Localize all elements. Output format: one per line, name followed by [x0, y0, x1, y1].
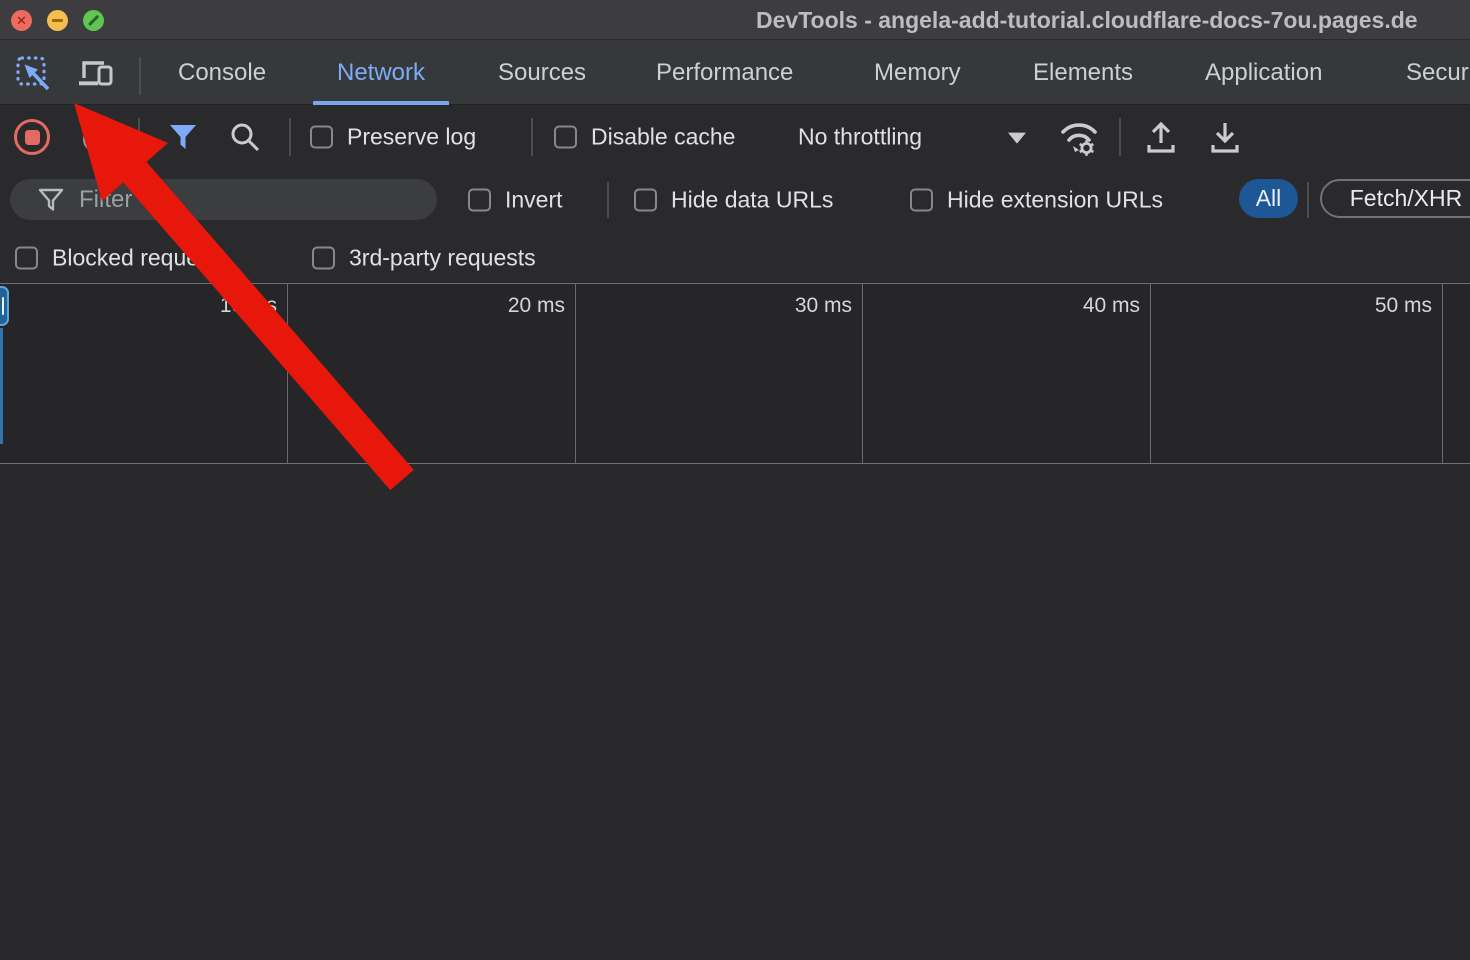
filter-funnel-icon — [168, 123, 198, 151]
filter-bar: Invert Hide data URLs Hide extension URL… — [0, 168, 1470, 232]
checkbox-box[interactable] — [910, 189, 933, 212]
record-stop-button[interactable] — [14, 119, 50, 155]
throttling-select[interactable]: No throttling — [798, 123, 922, 150]
timeline-tick: 30 ms — [795, 294, 852, 318]
toolbar-divider — [531, 118, 533, 156]
disable-cache-label: Disable cache — [591, 123, 735, 150]
timeline-gridline — [1150, 284, 1151, 463]
close-button[interactable]: ✕ — [11, 10, 32, 31]
checkbox-box[interactable] — [310, 125, 333, 148]
toolbar-divider — [1119, 118, 1121, 156]
toolbar-divider — [289, 118, 291, 156]
filter-toggle-button[interactable] — [163, 117, 203, 157]
record-stop-icon — [25, 130, 40, 145]
timeline-gridline — [1442, 284, 1443, 463]
tab-sources[interactable]: Sources — [498, 40, 586, 105]
filterbar-divider — [1307, 182, 1309, 218]
inspect-element-button[interactable] — [13, 53, 53, 93]
titlebar: ✕ DevTools - angela-add-tutorial.cloudfl… — [0, 0, 1470, 40]
zoom-icon — [88, 15, 99, 26]
traffic-lights: ✕ — [11, 10, 104, 31]
disable-cache-checkbox[interactable]: Disable cache — [554, 123, 735, 150]
hide-extension-urls-label: Hide extension URLs — [947, 187, 1163, 214]
search-button[interactable] — [225, 117, 265, 157]
import-har-icon — [1144, 119, 1178, 155]
tab-bar: Console Network Sources Performance Memo… — [0, 40, 1470, 105]
checkbox-box[interactable] — [312, 246, 335, 269]
filter-input[interactable] — [79, 186, 409, 214]
invert-checkbox[interactable]: Invert — [468, 187, 563, 214]
export-har-button[interactable] — [1205, 117, 1245, 157]
filter-bar-row2: Blocked requests 3rd-party requests — [0, 232, 1470, 283]
minimize-button[interactable] — [47, 10, 68, 31]
tab-memory[interactable]: Memory — [874, 40, 961, 105]
devtools-window: ✕ DevTools - angela-add-tutorial.cloudfl… — [0, 0, 1470, 960]
timeline-gridline — [287, 284, 288, 463]
toolbar-divider — [138, 118, 140, 156]
third-party-requests-label: 3rd-party requests — [349, 244, 536, 271]
window-title: DevTools - angela-add-tutorial.cloudflar… — [756, 0, 1418, 40]
timeline-tick: 50 ms — [1375, 294, 1432, 318]
tab-console[interactable]: Console — [178, 40, 266, 105]
preserve-log-label: Preserve log — [347, 123, 476, 150]
timeline-gridline — [862, 284, 863, 463]
timeline-window-grip[interactable] — [0, 286, 9, 326]
device-toolbar-button[interactable] — [75, 53, 115, 93]
tab-application[interactable]: Application — [1205, 40, 1322, 105]
requests-panel: Recordi Perform a request — [0, 464, 1470, 960]
network-toolbar: Preserve log Disable cache No throttling — [0, 105, 1470, 168]
invert-label: Invert — [505, 187, 563, 214]
hide-extension-urls-checkbox[interactable]: Hide extension URLs — [910, 187, 1163, 214]
network-overview-timeline[interactable]: 10 ms 20 ms 30 ms 40 ms 50 ms — [0, 283, 1470, 464]
device-toolbar-icon — [77, 56, 113, 90]
checkbox-box[interactable] — [468, 189, 491, 212]
import-har-button[interactable] — [1141, 117, 1181, 157]
network-conditions-button[interactable] — [1056, 117, 1104, 157]
third-party-requests-checkbox[interactable]: 3rd-party requests — [312, 244, 536, 271]
timeline-window-edge — [0, 328, 3, 444]
filterbar-divider — [607, 182, 609, 218]
checkbox-box[interactable] — [15, 246, 38, 269]
hide-data-urls-label: Hide data URLs — [671, 187, 833, 214]
checkbox-box[interactable] — [554, 125, 577, 148]
inspect-element-icon — [15, 55, 51, 91]
request-type-fetch-xhr-chip[interactable]: Fetch/XHR — [1320, 179, 1470, 218]
funnel-icon — [38, 187, 64, 213]
timeline-gridline — [575, 284, 576, 463]
search-icon — [229, 121, 261, 153]
tab-elements[interactable]: Elements — [1033, 40, 1133, 105]
chevron-down-icon[interactable] — [1008, 132, 1026, 143]
minimize-icon — [52, 19, 63, 22]
hide-data-urls-checkbox[interactable]: Hide data URLs — [634, 187, 833, 214]
request-type-all-chip[interactable]: All — [1239, 179, 1298, 218]
clear-icon[interactable] — [83, 125, 111, 153]
tab-network[interactable]: Network — [337, 40, 425, 105]
tabbar-divider — [139, 57, 141, 95]
zoom-button[interactable] — [83, 10, 104, 31]
timeline-tick: 10 ms — [220, 294, 277, 318]
tab-performance[interactable]: Performance — [656, 40, 793, 105]
blocked-requests-label: Blocked requests — [52, 244, 228, 271]
export-har-icon — [1208, 119, 1242, 155]
network-conditions-icon — [1057, 117, 1103, 157]
checkbox-box[interactable] — [634, 189, 657, 212]
preserve-log-checkbox[interactable]: Preserve log — [310, 123, 476, 150]
tab-security[interactable]: Security — [1406, 40, 1470, 105]
filter-field[interactable] — [10, 179, 437, 220]
timeline-tick: 20 ms — [508, 294, 565, 318]
blocked-requests-checkbox[interactable]: Blocked requests — [15, 244, 228, 271]
timeline-tick: 40 ms — [1083, 294, 1140, 318]
